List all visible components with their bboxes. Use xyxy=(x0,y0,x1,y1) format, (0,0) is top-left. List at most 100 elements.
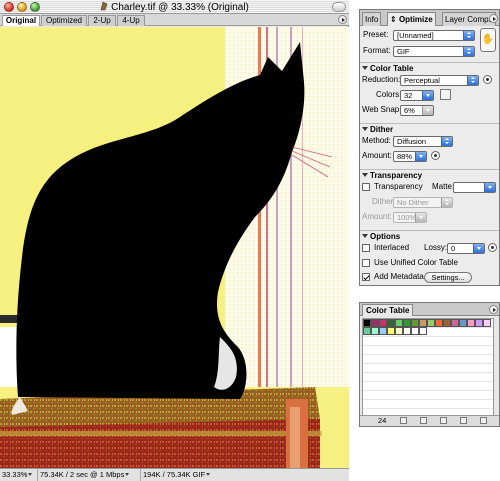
transparency-label: Transparency xyxy=(374,182,423,191)
tab-layer-comps[interactable]: Layer Comps xyxy=(442,12,496,26)
options-section-header[interactable]: Options xyxy=(360,230,499,241)
reduction-select[interactable]: Perceptual xyxy=(400,75,479,86)
method-select[interactable]: Diffusion xyxy=(393,136,453,147)
tab-optimized[interactable]: Optimized xyxy=(41,15,87,26)
websnap-value: 6% xyxy=(404,106,415,115)
toolbar-toggle-button[interactable] xyxy=(332,2,346,12)
web-shift-icon[interactable] xyxy=(400,417,407,424)
format-value: GIF xyxy=(397,47,410,56)
websnap-select[interactable]: 6% xyxy=(400,105,434,116)
preset-select[interactable]: [Unnamed] xyxy=(393,30,475,41)
color-swatch[interactable] xyxy=(403,319,411,327)
color-swatch[interactable] xyxy=(379,319,387,327)
color-table-icon[interactable] xyxy=(440,89,451,100)
color-swatch[interactable] xyxy=(387,327,395,335)
download-time[interactable]: 75.34K / 2 sec @ 1 Mbps xyxy=(37,469,137,481)
transparency-amount-row: Amount: 100% xyxy=(362,211,499,223)
tab-color-table[interactable]: Color Table xyxy=(362,304,414,316)
tab-2-up[interactable]: 2-Up xyxy=(88,15,116,26)
status-bar: 33.33% 75.34K / 2 sec @ 1 Mbps 194K / 75… xyxy=(0,468,349,481)
zoom-level[interactable]: 33.33% xyxy=(0,469,36,481)
lossy-select[interactable]: 0 xyxy=(447,243,485,254)
format-select[interactable]: GIF xyxy=(393,46,475,57)
zoom-arrow-icon[interactable] xyxy=(28,473,33,476)
transparency-section-header[interactable]: Transparency xyxy=(360,169,499,180)
unified-checkbox[interactable] xyxy=(362,259,370,267)
reduction-label: Reduction: xyxy=(362,75,401,84)
dither-amount-select[interactable]: 88% xyxy=(393,151,427,162)
color-swatch[interactable] xyxy=(411,327,419,335)
format-row: Format: GIF xyxy=(362,45,499,57)
optimize-palette: Info ⇕ Optimize Layer Comps Preset: [Unn… xyxy=(359,9,500,286)
color-table-palette: Color Table 24 xyxy=(359,302,500,427)
reduction-options-icon[interactable] xyxy=(483,75,492,84)
color-swatch[interactable] xyxy=(387,319,395,327)
color-swatch-grid[interactable] xyxy=(362,318,494,416)
lossy-options-icon[interactable] xyxy=(488,243,497,252)
transparency-amount-select[interactable]: 100% xyxy=(393,212,427,223)
color-swatch[interactable] xyxy=(451,319,459,327)
trash-icon[interactable] xyxy=(480,417,487,424)
metadata-label: Add Metadata xyxy=(374,272,424,281)
matte-select-arrow-icon xyxy=(484,183,495,192)
color-swatch[interactable] xyxy=(395,319,403,327)
swatch-row xyxy=(363,319,493,327)
interlaced-checkbox[interactable] xyxy=(362,244,370,252)
color-swatch[interactable] xyxy=(427,319,435,327)
colors-select[interactable]: 32 xyxy=(400,90,434,101)
add-color-icon[interactable] xyxy=(460,417,467,424)
download-arrow-icon[interactable] xyxy=(125,473,130,476)
color-swatch[interactable] xyxy=(363,327,371,335)
preset-value: [Unnamed] xyxy=(397,31,434,40)
document-proxy-icon[interactable] xyxy=(100,1,108,11)
view-menu-arrow-icon[interactable] xyxy=(338,15,347,24)
file-size[interactable]: 194K / 75.34K GIF xyxy=(140,469,211,481)
metadata-checkbox[interactable] xyxy=(362,273,370,281)
dither-section-header[interactable]: Dither xyxy=(360,123,499,134)
color-swatch[interactable] xyxy=(403,327,411,335)
color-swatch[interactable] xyxy=(459,319,467,327)
lock-color-icon[interactable] xyxy=(420,417,427,424)
color-swatch[interactable] xyxy=(419,319,427,327)
title-bar[interactable]: Charley.tif @ 33.33% (Original) xyxy=(0,0,349,14)
color-swatch[interactable] xyxy=(443,319,451,327)
preset-select-arrows-icon xyxy=(463,31,474,40)
color-swatch[interactable] xyxy=(475,319,483,327)
color-swatch[interactable] xyxy=(435,319,443,327)
dither-options-icon[interactable] xyxy=(431,151,440,160)
transparency-dither-select[interactable]: No Dither xyxy=(393,197,453,208)
settings-button[interactable]: Settings... xyxy=(424,272,472,283)
palette-menu-icon[interactable] xyxy=(489,14,498,23)
transparency-amount-label: Amount: xyxy=(362,212,392,221)
color-table-menu-icon[interactable] xyxy=(489,305,498,314)
color-swatch[interactable] xyxy=(363,319,371,327)
color-table-tabs: Color Table xyxy=(360,303,499,316)
tab-info[interactable]: Info xyxy=(362,12,382,26)
window-title: Charley.tif @ 33.33% (Original) xyxy=(0,1,349,13)
transparency-checkbox[interactable] xyxy=(362,183,370,191)
colors-row: Colors: 32 xyxy=(362,89,499,101)
color-swatch[interactable] xyxy=(419,327,427,335)
transparency-row: Transparency Matte: xyxy=(362,181,499,193)
method-value: Diffusion xyxy=(397,137,427,146)
color-swatch[interactable] xyxy=(371,327,379,335)
tab-original[interactable]: Original xyxy=(2,15,40,26)
new-color-icon[interactable] xyxy=(440,417,447,424)
color-swatch[interactable] xyxy=(483,319,491,327)
color-swatch[interactable] xyxy=(371,319,379,327)
color-swatch[interactable] xyxy=(467,319,475,327)
transparency-amount-arrow-icon xyxy=(415,213,426,222)
tab-4-up[interactable]: 4-Up xyxy=(117,15,145,26)
color-table-section-header[interactable]: Color Table xyxy=(360,62,499,73)
tab-optimize[interactable]: ⇕ Optimize xyxy=(387,12,436,26)
color-swatch[interactable] xyxy=(411,319,419,327)
preset-label: Preset: xyxy=(363,30,389,39)
document-window: Charley.tif @ 33.33% (Original) Original… xyxy=(0,0,349,481)
file-size-arrow-icon[interactable] xyxy=(206,473,211,476)
image-canvas[interactable] xyxy=(0,27,349,468)
matte-select[interactable] xyxy=(453,182,496,193)
color-swatch[interactable] xyxy=(395,327,403,335)
websnap-row: Web Snap: 6% xyxy=(362,104,499,116)
color-swatch[interactable] xyxy=(379,327,387,335)
colors-label: Colors: xyxy=(376,90,402,99)
